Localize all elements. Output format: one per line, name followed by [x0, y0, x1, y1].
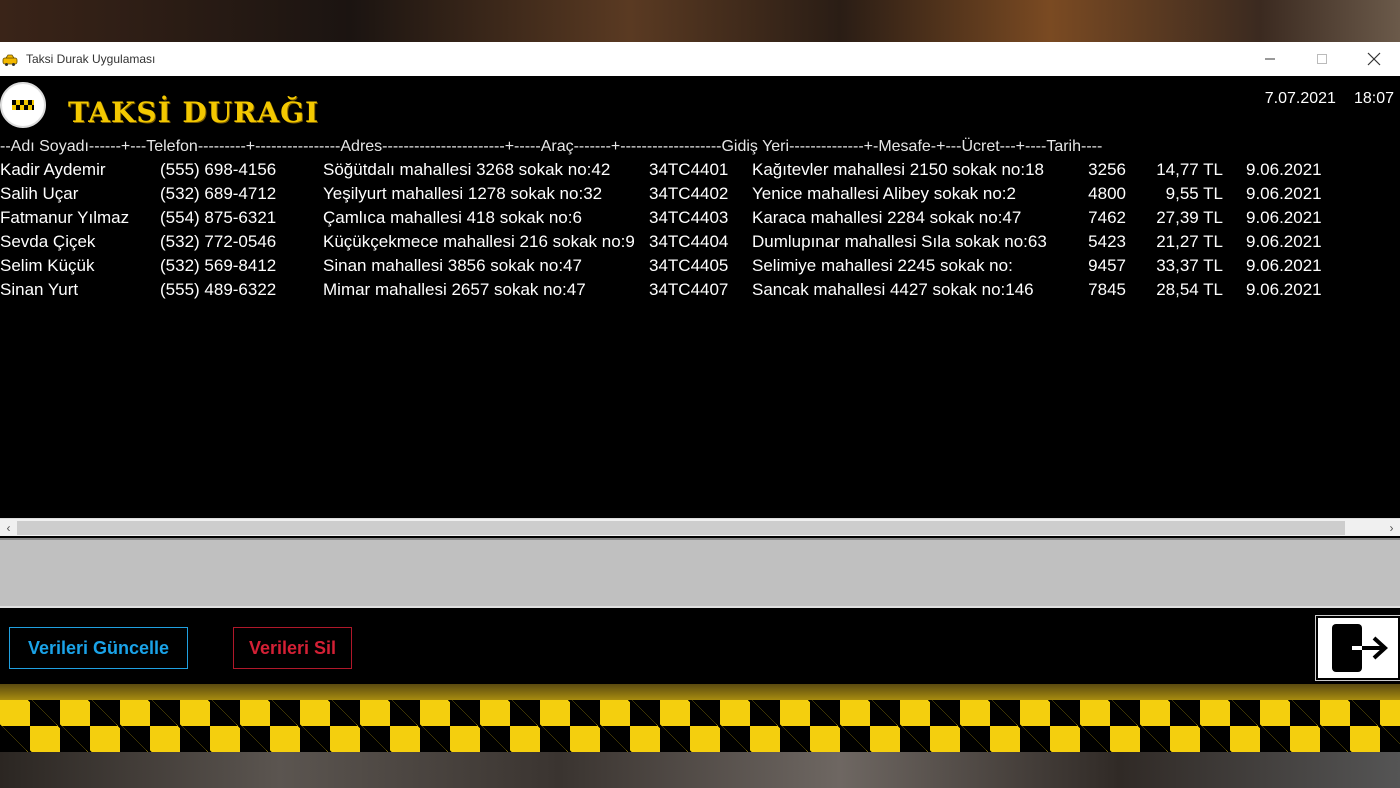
cell-address: Sinan mahallesi 3856 sokak no:47 [323, 256, 582, 275]
table-row[interactable]: Sevda Çiçek (532) 772-0546 Küçükçekmece ma… [0, 232, 1400, 256]
cell-vehicle: 34TC4405 [649, 256, 729, 275]
minimize-button[interactable] [1244, 42, 1296, 76]
maximize-icon [1317, 54, 1327, 64]
cell-vehicle: 34TC4401 [649, 160, 729, 179]
close-icon [1367, 52, 1381, 66]
table-row[interactable]: Fatmanur Yılmaz (554) 875-6321 Çamlıca mah… [0, 208, 1400, 232]
cell-fare: 28,54 TL [1156, 280, 1223, 299]
table-row[interactable]: Salih Uçar (532) 689-4712 Yeşilyurt mahall… [0, 184, 1400, 208]
cell-date: 9.06.2021 [1246, 280, 1322, 299]
exit-button[interactable] [1315, 615, 1400, 681]
maximize-button[interactable] [1296, 42, 1348, 76]
cell-distance: 3256 [1088, 160, 1126, 179]
cell-address: Çamlıca mahallesi 418 sokak no:6 [323, 208, 582, 227]
scroll-right-icon[interactable]: › [1383, 519, 1400, 537]
datetime-display: 7.07.2021 18:07 [1265, 90, 1394, 108]
window-controls [1244, 42, 1400, 76]
cell-distance: 4800 [1088, 184, 1126, 203]
scroll-left-icon[interactable]: ‹ [0, 519, 17, 537]
cell-date: 9.06.2021 [1246, 232, 1322, 251]
horizontal-scrollbar[interactable]: ‹ › [0, 518, 1400, 536]
cell-phone: (554) 875-6321 [160, 208, 277, 227]
cell-destination: Dumlupınar mahallesi Sıla sokak no:63 [752, 232, 1047, 251]
cell-name: Sevda Çiçek [0, 232, 96, 251]
cell-distance: 9457 [1088, 256, 1126, 275]
records-listbox[interactable]: --Adı Soyadı------+---Telefon---------+-… [0, 134, 1400, 560]
cell-fare: 21,27 TL [1156, 232, 1223, 251]
taxi-logo-icon [0, 82, 46, 128]
cell-date: 9.06.2021 [1246, 208, 1322, 227]
checkered-banner [0, 684, 1400, 752]
table-row[interactable]: Sinan Yurt (555) 489-6322 Mimar mahallesi … [0, 280, 1400, 304]
cell-phone: (555) 698-4156 [160, 160, 277, 179]
cell-vehicle: 34TC4402 [649, 184, 729, 203]
minimize-icon [1265, 58, 1275, 60]
desktop-wallpaper-top [0, 0, 1400, 42]
cell-destination: Sancak mahallesi 4427 sokak no:146 [752, 280, 1034, 299]
table-row[interactable]: Kadir Aydemir (555) 698-4156 Söğütdalı mah… [0, 160, 1400, 184]
cell-destination: Yenice mahallesi Alibey sokak no:2 [752, 184, 1016, 203]
app-header: TAKSİ DURAĞI 7.07.2021 18:07 [0, 76, 1400, 134]
scrollbar-thumb[interactable] [17, 521, 1345, 535]
cell-name: Kadir Aydemir [0, 160, 106, 179]
exit-door-icon [1332, 624, 1388, 672]
cell-name: Fatmanur Yılmaz [0, 208, 130, 227]
cell-name: Salih Uçar [0, 184, 79, 203]
close-button[interactable] [1348, 42, 1400, 76]
cell-destination: Selimiye mahallesi 2245 sokak no: [752, 256, 1013, 275]
delete-records-button[interactable]: Verileri Sil [233, 627, 352, 669]
cell-address: Yeşilyurt mahallesi 1278 sokak no:32 [323, 184, 603, 203]
cell-vehicle: 34TC4407 [649, 280, 729, 299]
taxi-icon [2, 53, 18, 66]
cell-destination: Karaca mahallesi 2284 sokak no:47 [752, 208, 1022, 227]
cell-phone: (532) 772-0546 [160, 232, 277, 251]
cell-distance: 5423 [1088, 232, 1126, 251]
app-window: Taksi Durak Uygulaması TAKSİ DURAĞI 7.07… [0, 42, 1400, 752]
cell-fare: 27,39 TL [1156, 208, 1223, 227]
desktop-wallpaper-bottom [0, 752, 1400, 788]
cell-distance: 7845 [1088, 280, 1126, 299]
brand-title: TAKSİ DURAĞI [68, 96, 320, 129]
cell-address: Mimar mahallesi 2657 sokak no:47 [323, 280, 586, 299]
cell-date: 9.06.2021 [1246, 160, 1322, 179]
cell-date: 9.06.2021 [1246, 184, 1322, 203]
cell-date: 9.06.2021 [1246, 256, 1322, 275]
cell-vehicle: 34TC4404 [649, 232, 729, 251]
cell-phone: (555) 489-6322 [160, 280, 277, 299]
column-header-line: --Adı Soyadı------+---Telefon---------+-… [0, 138, 1103, 155]
cell-name: Selim Küçük [0, 256, 95, 275]
cell-destination: Kağıtevler mahallesi 2150 sokak no:18 [752, 160, 1045, 179]
cell-fare: 9,55 TL [1165, 184, 1223, 203]
update-records-button[interactable]: Verileri Güncelle [9, 627, 188, 669]
cell-name: Sinan Yurt [0, 280, 79, 299]
cell-phone: (532) 689-4712 [160, 184, 277, 203]
cell-fare: 33,37 TL [1156, 256, 1223, 275]
cell-address: Küçükçekmece mahallesi 216 sokak no:9 [323, 232, 635, 251]
title-bar: Taksi Durak Uygulaması [0, 42, 1400, 76]
cell-distance: 7462 [1088, 208, 1126, 227]
current-time: 18:07 [1353, 90, 1394, 107]
window-title: Taksi Durak Uygulaması [26, 52, 156, 66]
cell-vehicle: 34TC4403 [649, 208, 729, 227]
cell-address: Söğütdalı mahallesi 3268 sokak no:42 [323, 160, 611, 179]
current-date: 7.07.2021 [1264, 90, 1336, 107]
table-row[interactable]: Selim Küçük (532) 569-8412 Sinan mahallesi… [0, 256, 1400, 280]
cell-phone: (532) 569-8412 [160, 256, 277, 275]
cell-fare: 14,77 TL [1156, 160, 1223, 179]
input-panel [0, 538, 1400, 608]
